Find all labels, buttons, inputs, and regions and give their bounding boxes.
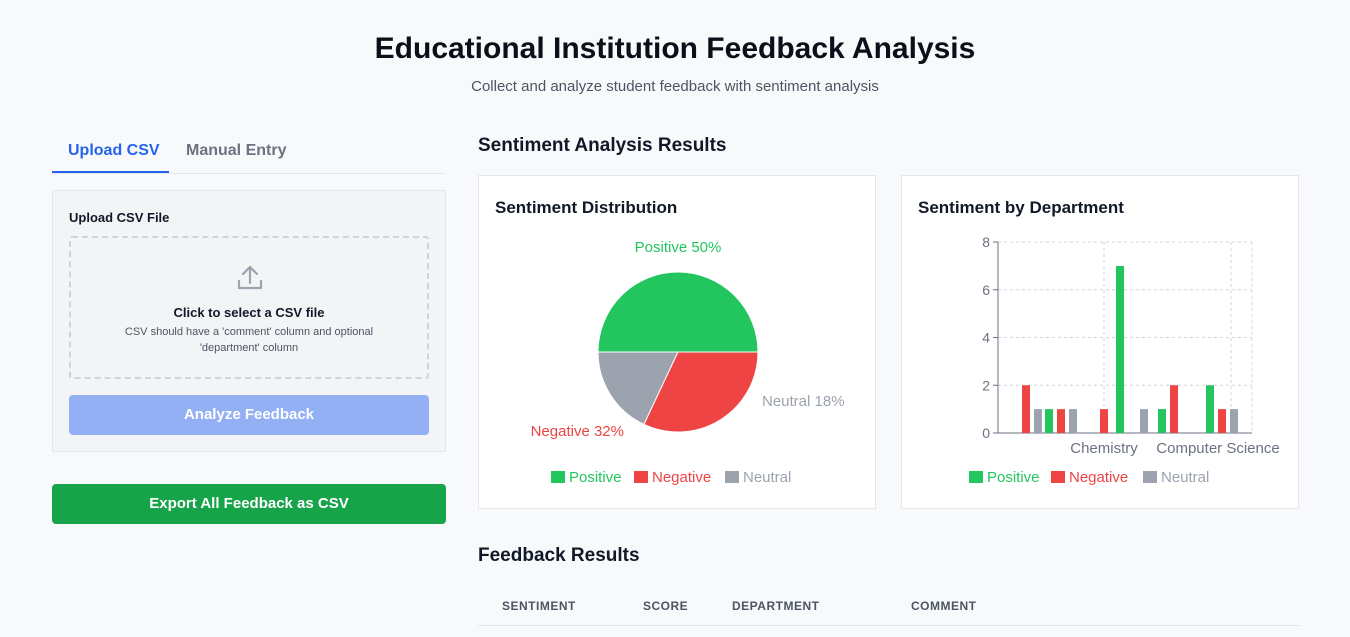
active-tab-indicator (52, 171, 169, 173)
column-header-comment[interactable]: COMMENT (911, 599, 977, 613)
legend-label-positive: Positive (987, 469, 1040, 486)
legend-swatch-positive (969, 471, 983, 483)
pie-chart: Positive 50% Neutral 18% Negative 32% Posit… (531, 239, 845, 486)
bar-positive (1116, 265, 1124, 433)
legend-swatch-neutral (1143, 471, 1157, 483)
bar-positive (1045, 409, 1053, 433)
bar-positive (1158, 409, 1166, 433)
tab-manual-entry[interactable]: Manual Entry (186, 142, 286, 160)
dropzone-hint: CSV should have a 'comment' column and o… (124, 326, 374, 354)
feedback-results-title: Feedback Results (478, 545, 640, 566)
bar-negative (1057, 409, 1065, 433)
upload-label: Upload CSV File (69, 210, 170, 225)
legend-label-neutral: Neutral (743, 469, 791, 486)
page-subtitle: Collect and analyze student feedback wit… (471, 78, 879, 95)
y-tick-label: 0 (982, 425, 990, 441)
legend-swatch-negative (1051, 471, 1065, 483)
legend-swatch-negative (634, 471, 648, 483)
sentiment-by-department-card: Sentiment by Department 0 2 4 6 8 Chemistry Co… (901, 175, 1299, 509)
bar-negative (1170, 385, 1178, 433)
bar-negative (1218, 409, 1226, 433)
tab-upload-csv[interactable]: Upload CSV (68, 142, 160, 160)
input-tabs: Upload CSV Manual Entry (52, 134, 446, 174)
pie-slice-positive (597, 271, 759, 353)
legend-label-negative: Negative (1069, 469, 1128, 486)
bar-neutral (1140, 409, 1148, 433)
x-tick-label: Chemistry (1070, 440, 1138, 457)
legend-swatch-neutral (725, 471, 739, 483)
bar-positive (1206, 385, 1214, 433)
legend-label-positive: Positive (569, 469, 622, 486)
y-tick-label: 6 (982, 282, 990, 298)
sentiment-distribution-card: Sentiment Distribution Positive 50% Neutr… (478, 175, 876, 509)
feedback-table-header: SENTIMENT SCORE DEPARTMENT COMMENT (478, 589, 1300, 626)
pie-label-positive: Positive 50% (635, 239, 722, 256)
y-tick-label: 4 (982, 330, 990, 346)
bar-neutral (1034, 409, 1042, 433)
bar-neutral (1069, 409, 1077, 433)
column-header-score[interactable]: SCORE (643, 599, 688, 613)
dropzone-title: Click to select a CSV file (173, 305, 325, 320)
y-tick-label: 2 (982, 377, 990, 393)
column-header-department[interactable]: DEPARTMENT (732, 599, 819, 613)
bar-negative (1100, 409, 1108, 433)
analyze-feedback-button[interactable]: Analyze Feedback (69, 395, 429, 435)
bar-neutral (1230, 409, 1238, 433)
legend-label-neutral: Neutral (1161, 469, 1209, 486)
csv-dropzone[interactable]: Click to select a CSV file CSV should ha… (69, 236, 429, 379)
column-header-sentiment[interactable]: SENTIMENT (502, 599, 576, 613)
export-csv-button[interactable]: Export All Feedback as CSV (52, 484, 446, 524)
legend-label-negative: Negative (652, 469, 711, 486)
bar-chart: 0 2 4 6 8 Chemistry Computer Science Positive Ne… (969, 234, 1280, 486)
pie-label-neutral: Neutral 18% (762, 393, 845, 410)
y-tick-label: 8 (982, 234, 990, 250)
x-tick-label: Computer Science (1156, 440, 1279, 457)
upload-icon (237, 265, 263, 290)
results-title: Sentiment Analysis Results (478, 135, 727, 156)
legend-swatch-positive (551, 471, 565, 483)
pie-label-negative: Negative 32% (531, 423, 624, 440)
upload-card: Upload CSV File Click to select a CSV fi… (52, 190, 446, 452)
page-title: Educational Institution Feedback Analysi… (374, 32, 976, 65)
bar-negative (1022, 385, 1030, 433)
